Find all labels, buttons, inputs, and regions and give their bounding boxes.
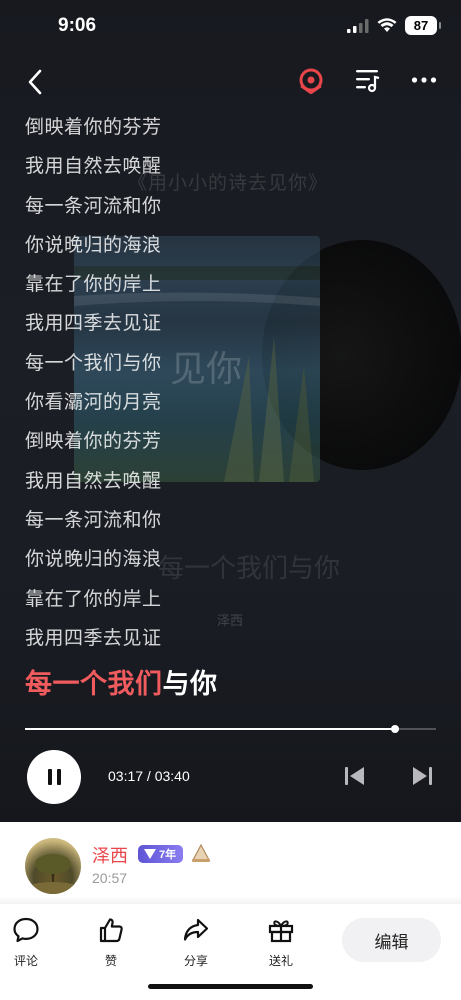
more-icon[interactable] [411, 76, 437, 84]
lyric-line[interactable]: 每一条河流和你 [25, 507, 325, 546]
thumbs-up-icon [99, 918, 123, 943]
user-name[interactable]: 泽西 [92, 842, 128, 868]
avatar[interactable] [25, 838, 81, 894]
uploader-row[interactable]: 泽西 7年 20:57 [0, 822, 461, 904]
lyric-line[interactable]: 你看灞河的月亮 [25, 389, 325, 428]
vip-diamond-icon [144, 849, 156, 859]
status-time: 9:06 [58, 15, 97, 36]
signal-icon [347, 18, 369, 33]
gift-label: 送礼 [268, 954, 293, 968]
like-label: 赞 [104, 954, 117, 968]
gift-button[interactable]: 送礼 [259, 916, 303, 969]
lyric-line[interactable]: 我用四季去见证 [25, 310, 325, 349]
pause-icon [47, 769, 52, 785]
vip-badge: 7年 [138, 845, 183, 863]
pause-icon-bar [56, 769, 61, 785]
lyric-line[interactable]: 你说晚归的海浪 [25, 232, 325, 271]
level-badge-icon [192, 843, 210, 862]
post-time: 20:57 [92, 870, 128, 886]
home-indicator [148, 984, 313, 989]
vinyl-record-icon[interactable] [297, 66, 325, 94]
progress-handle[interactable] [390, 725, 399, 733]
back-icon[interactable] [24, 66, 48, 98]
divider [0, 896, 461, 904]
lyrics-list[interactable]: 倒映着你的芬芳 我用自然去唤醒 每一条河流和你 你说晚归的海浪 靠在了你的岸上 … [25, 114, 325, 664]
comment-icon [13, 917, 39, 943]
progress-bar[interactable] [25, 725, 436, 733]
wifi-icon [377, 18, 397, 32]
lyric-line[interactable]: 靠在了你的岸上 [25, 586, 325, 625]
share-button[interactable]: 分享 [174, 916, 218, 969]
share-label: 分享 [183, 954, 208, 968]
progress-fill [25, 728, 395, 730]
lyric-line[interactable]: 倒映着你的芬芳 [25, 114, 325, 153]
like-button[interactable]: 赞 [89, 916, 133, 969]
comment-label: 评论 [13, 954, 38, 968]
share-icon [183, 918, 209, 941]
lyric-line[interactable]: 每一个我们与你 [25, 350, 325, 389]
top-actions [297, 66, 437, 94]
lyric-line[interactable]: 你说晚归的海浪 [25, 546, 325, 585]
lyric-line[interactable]: 我用自然去唤醒 [25, 468, 325, 507]
lyric-line[interactable]: 我用四季去见证 [25, 625, 325, 664]
lyric-line[interactable]: 倒映着你的芬芳 [25, 428, 325, 467]
next-icon[interactable] [411, 766, 433, 786]
status-icons: 87 [347, 16, 441, 35]
gift-icon [268, 920, 294, 943]
current-lyric-sung: 每一个我们 [25, 669, 163, 700]
lyric-line[interactable]: 靠在了你的岸上 [25, 271, 325, 310]
pause-button[interactable] [27, 750, 81, 804]
current-lyric-line[interactable]: 每一个我们与你 [25, 662, 218, 701]
current-lyric-unsung: 与你 [162, 669, 218, 700]
lyric-line[interactable]: 我用自然去唤醒 [25, 153, 325, 192]
vip-years: 7年 [159, 849, 177, 861]
playlist-icon[interactable] [355, 67, 381, 93]
comment-button[interactable]: 评论 [4, 916, 48, 969]
edit-button[interactable]: 编辑 [342, 918, 441, 962]
previous-icon[interactable] [344, 766, 366, 786]
player-screen: 9:06 87 《用小小的诗去见你》 见你 每一个我们与你 泽西 倒映着你的芬芳… [0, 0, 461, 822]
battery-indicator: 87 [405, 16, 441, 35]
lyric-line[interactable]: 每一条河流和你 [25, 193, 325, 232]
playback-time: 03:17 / 03:40 [108, 768, 190, 784]
